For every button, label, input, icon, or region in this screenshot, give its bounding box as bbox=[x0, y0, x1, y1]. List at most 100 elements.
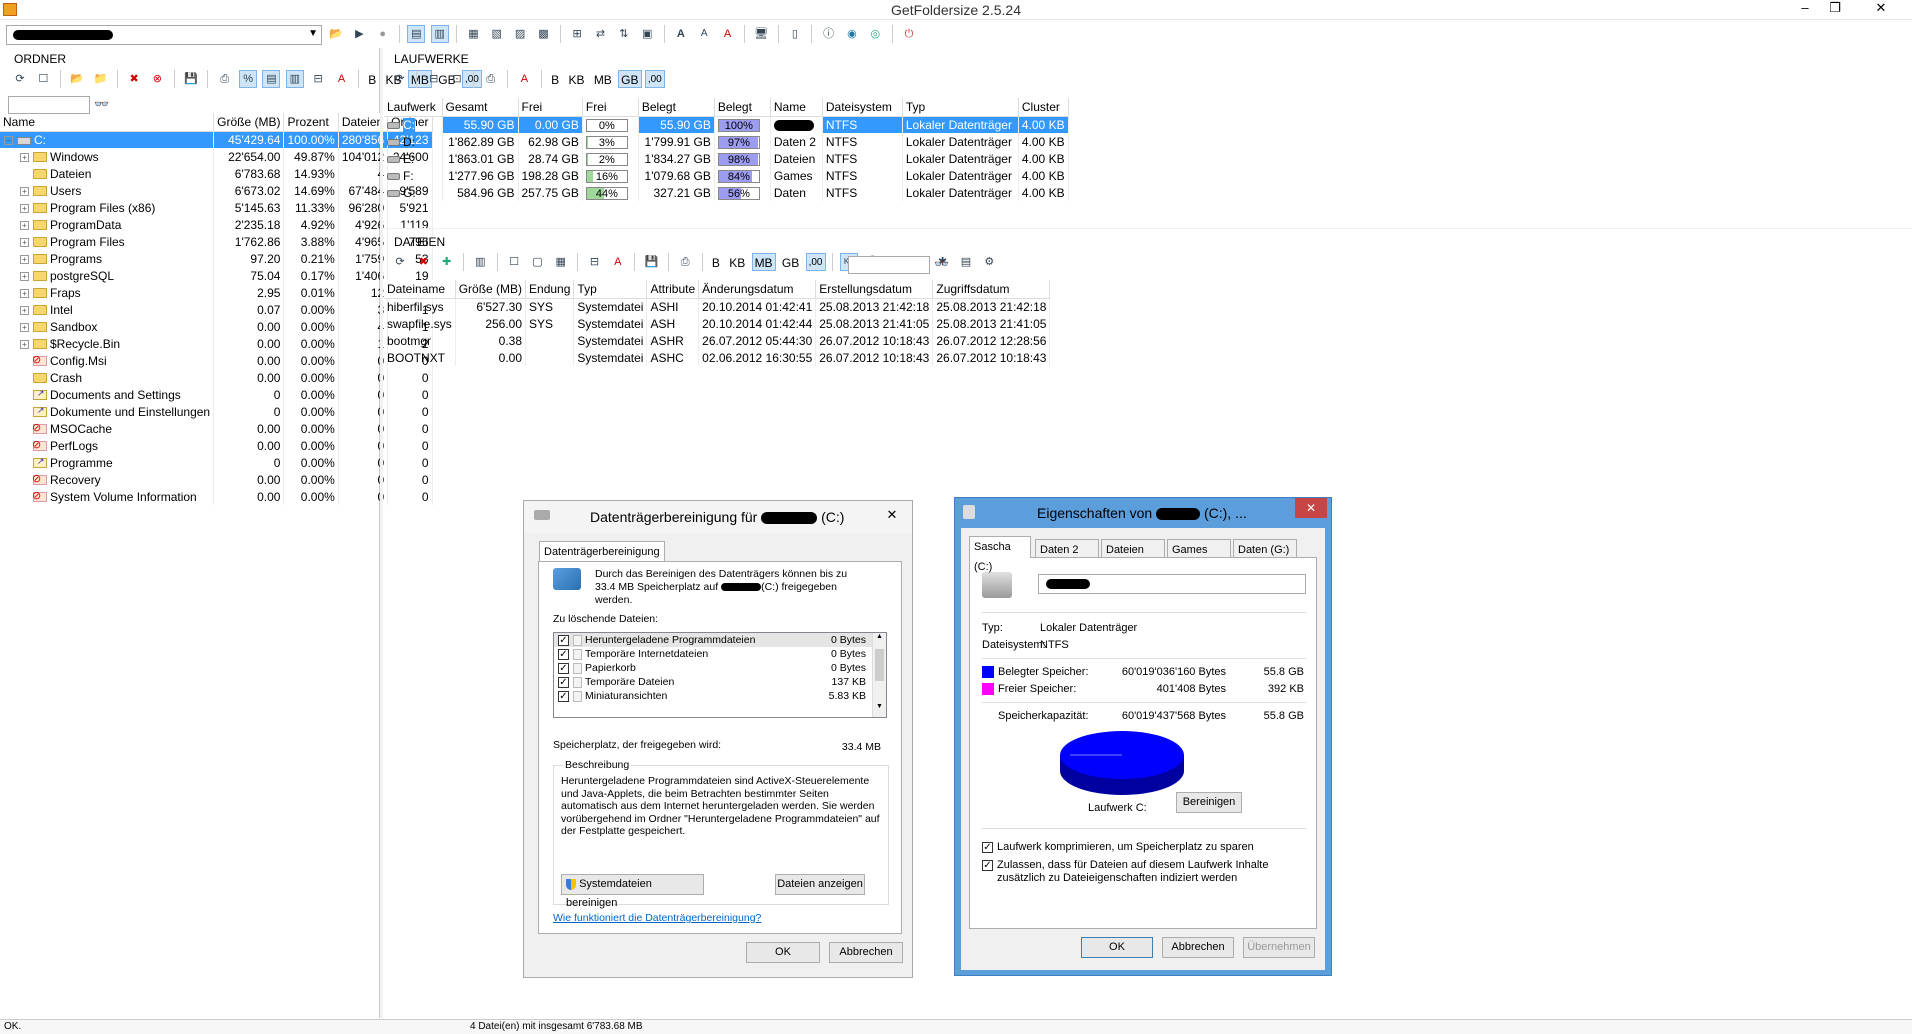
files-unit-mb[interactable]: MB bbox=[751, 253, 776, 271]
expand-icon[interactable]: + bbox=[20, 203, 29, 213]
filter-folder-icon[interactable]: ▤ bbox=[957, 253, 975, 271]
col-used-pct[interactable]: Belegt bbox=[714, 98, 771, 117]
show-files-button[interactable]: Dateien anzeigen bbox=[775, 874, 865, 895]
binoculars-icon[interactable]: 👓 bbox=[94, 97, 109, 111]
props-ok-button[interactable]: OK bbox=[1081, 937, 1153, 958]
filter-gear-icon[interactable]: ⚙ bbox=[980, 253, 998, 271]
compress-option[interactable]: ✓ Laufwerk komprimieren, um Speicherplatz… bbox=[982, 841, 1254, 853]
col-filename[interactable]: Dateiname bbox=[384, 280, 456, 299]
folder-row[interactable]: Config.Msi0.000.00%00 bbox=[0, 352, 433, 369]
cleanup-tab[interactable]: Datenträgerbereinigung bbox=[539, 541, 665, 561]
chevron-down-icon[interactable]: ▼ bbox=[308, 28, 318, 39]
drive-row[interactable]: G: 584.96 GB 257.75 GB 44% 327.21 GB 56% Daten… bbox=[384, 184, 1069, 201]
expand-icon[interactable]: + bbox=[20, 322, 29, 332]
props-cancel-button[interactable]: Abbrechen bbox=[1162, 937, 1234, 958]
col-cluster[interactable]: Cluster bbox=[1018, 98, 1069, 117]
col-free-pct[interactable]: Frei bbox=[582, 98, 639, 117]
files-unit-b[interactable]: B bbox=[709, 253, 723, 271]
scroll-down-icon[interactable]: ▼ bbox=[873, 703, 886, 717]
folder-row[interactable]: − C: 45'429.64 100.00% 280'856 42'123 bbox=[0, 131, 433, 148]
font-icon[interactable]: A bbox=[333, 70, 351, 88]
expand-icon[interactable]: + bbox=[20, 339, 29, 349]
compress-checkbox[interactable]: ✓ bbox=[982, 841, 993, 853]
vertical-splitter[interactable] bbox=[380, 48, 383, 1018]
cleanup-item[interactable]: ✓ Temporäre Dateien 137 KB bbox=[554, 675, 886, 689]
layout-4-icon[interactable]: ▩ bbox=[534, 25, 552, 43]
col-free[interactable]: Frei bbox=[518, 98, 583, 117]
split-icon[interactable]: ⊟ bbox=[309, 70, 327, 88]
cleanup-item[interactable]: ✓ Heruntergeladene Programmdateien 0 Bytes bbox=[554, 633, 886, 647]
collapse-icon[interactable]: − bbox=[4, 136, 13, 146]
cleanup-button[interactable]: Bereinigen bbox=[1176, 792, 1242, 813]
cleanup-item-checkbox[interactable]: ✓ bbox=[558, 662, 569, 674]
expand-icon[interactable]: + bbox=[20, 237, 29, 247]
report-icon[interactable]: ▣ bbox=[638, 25, 656, 43]
save-files-icon[interactable]: 💾 bbox=[642, 253, 660, 271]
folder-row[interactable]: System Volume Information0.000.00%00 bbox=[0, 488, 433, 505]
file-row[interactable]: BOOTNXT 0.00 Systemdatei ASHC 02.06.2012 16:… bbox=[384, 349, 1051, 366]
font-drives-icon[interactable]: A bbox=[515, 70, 533, 88]
percent-icon[interactable]: % bbox=[239, 70, 258, 88]
cleanup-scrollbar[interactable]: ▲ ▼ bbox=[872, 633, 886, 717]
cleanup-ok-button[interactable]: OK bbox=[746, 942, 820, 963]
excel-icon[interactable]: ✚ bbox=[438, 253, 456, 271]
system-files-button[interactable]: Systemdateien bereinigen bbox=[561, 874, 704, 909]
save-icon[interactable]: 💾 bbox=[182, 70, 200, 88]
cleanup-item[interactable]: ✓ Miniaturansichten 5.83 KB bbox=[554, 689, 886, 703]
grid-icon[interactable]: ▦ bbox=[552, 253, 570, 271]
folder-open-icon[interactable]: 📂 bbox=[68, 70, 86, 88]
folder-row[interactable]: Recovery0.000.00%00 bbox=[0, 471, 433, 488]
folder-row[interactable]: Dokumente und Einstellungen00.00%00 bbox=[0, 403, 433, 420]
play-icon[interactable]: ▶ bbox=[350, 25, 368, 43]
expand-icon[interactable]: + bbox=[20, 186, 29, 196]
cleanup-close-icon[interactable]: ✕ bbox=[878, 505, 906, 525]
delete-icon[interactable]: ✖ bbox=[125, 70, 143, 88]
columns-icon[interactable]: ▥ bbox=[471, 253, 489, 271]
scroll-thumb[interactable] bbox=[875, 649, 884, 681]
cleanup-item-checkbox[interactable]: ✓ bbox=[558, 648, 569, 660]
folder-row[interactable]: + Windows 22'654.00 49.87% 104'012 24'600 bbox=[0, 148, 433, 165]
font-color-icon[interactable]: A bbox=[719, 25, 737, 43]
drive-row[interactable]: D: 1'862.89 GB 62.98 GB 3% 1'799.91 GB 97% Dat… bbox=[384, 133, 1069, 150]
ordner-search-input[interactable] bbox=[8, 96, 90, 114]
drives-unit-decimals[interactable]: ,00 bbox=[644, 70, 665, 88]
file-row[interactable]: swapfile.sys 256.00 SYS Systemdatei ASH 20.10… bbox=[384, 315, 1051, 332]
col-created[interactable]: Erstellungsdatum bbox=[815, 280, 934, 299]
view-list-icon[interactable]: ▥ bbox=[430, 25, 449, 43]
delete-all-icon[interactable]: ⊗ bbox=[148, 70, 166, 88]
index-option[interactable]: ✓ Zulassen, dass für Dateien auf diesem L… bbox=[982, 859, 1268, 885]
preview-icon[interactable]: ▢ bbox=[528, 253, 546, 271]
expand-icon[interactable]: + bbox=[20, 220, 29, 230]
expand-icon[interactable]: + bbox=[20, 254, 29, 264]
compare-icon[interactable]: ⇅ bbox=[615, 25, 633, 43]
cleanup-item[interactable]: ✓ Papierkorb 0 Bytes bbox=[554, 661, 886, 675]
layout-1-icon[interactable]: ▦ bbox=[464, 25, 482, 43]
col-attr[interactable]: Attribute bbox=[646, 280, 700, 299]
props-tab[interactable]: Dateien (E:) bbox=[1101, 539, 1165, 576]
maximize-button[interactable]: ❐ bbox=[1822, 0, 1848, 20]
expand-icon[interactable]: + bbox=[20, 288, 29, 298]
refresh-drives-icon[interactable]: ⟳ bbox=[391, 70, 409, 88]
screen-icon[interactable]: 🖥 bbox=[752, 25, 770, 43]
folder-row[interactable]: + Programs 97.20 0.21% 1'759 53 bbox=[0, 250, 433, 267]
col-used[interactable]: Belegt bbox=[638, 98, 715, 117]
files-count-icon[interactable]: ▤ bbox=[262, 70, 281, 88]
print-drives-icon[interactable]: ⎙ bbox=[482, 70, 500, 88]
drives-unit-mb[interactable]: MB bbox=[591, 70, 615, 88]
update-icon[interactable]: ◎ bbox=[866, 25, 884, 43]
cleanup-item-checkbox[interactable]: ✓ bbox=[558, 634, 569, 646]
close-button[interactable]: ✕ bbox=[1856, 0, 1906, 20]
folder-row[interactable]: +Fraps2.950.01%122 bbox=[0, 284, 433, 301]
refresh-icon[interactable]: ⟳ bbox=[11, 70, 29, 88]
col-drive[interactable]: Laufwerk bbox=[384, 98, 443, 117]
font-files-icon[interactable]: A bbox=[609, 253, 627, 271]
blank-file-icon[interactable]: ☐ bbox=[505, 253, 523, 271]
files-binoculars-icon[interactable]: 👓 bbox=[934, 257, 949, 271]
props-tab[interactable]: Daten 2 (D:) bbox=[1035, 539, 1099, 576]
stop-icon[interactable]: ● bbox=[374, 25, 392, 43]
folder-menu-icon[interactable]: 📁 bbox=[91, 70, 109, 88]
cleanup-item[interactable]: ✓ Temporäre Internetdateien 0 Bytes bbox=[554, 647, 886, 661]
drives-unit-gb[interactable]: GB bbox=[618, 70, 642, 88]
col-fs[interactable]: Dateisystem bbox=[822, 98, 903, 117]
network-icon[interactable]: ⊞ bbox=[568, 25, 586, 43]
